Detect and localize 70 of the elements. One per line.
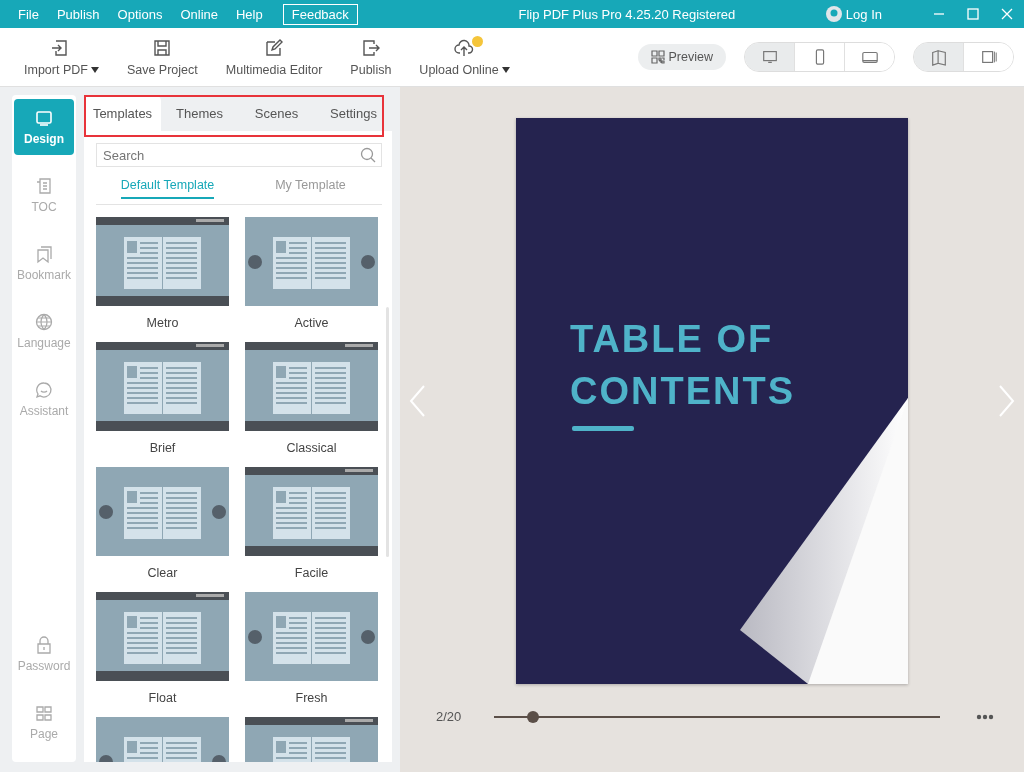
menu-item[interactable]: Options [109,3,171,25]
caret-icon [501,66,510,73]
tab[interactable]: Settings [315,95,392,131]
template-thumbnail[interactable] [96,217,229,306]
sidebar-item[interactable]: TOC [14,167,74,223]
page-counter: 2/20 [436,709,463,724]
template-thumbnail[interactable] [245,467,378,556]
chat-bubble-icon [34,380,54,400]
sidebar-item[interactable]: Bookmark [14,235,74,291]
device-toggle[interactable] [745,43,794,71]
tab[interactable]: Templates [84,95,161,131]
desktop-icon [760,48,779,66]
sidebar-item[interactable]: Assistant [14,371,74,427]
sidebar-item[interactable]: Password [14,626,74,682]
toolbar-button[interactable]: Publish [336,33,406,81]
lock-icon [34,635,54,655]
template-thumbnail[interactable] [96,592,229,681]
login-button[interactable]: Log In [825,6,882,22]
cover-title: TABLE OF CONTENTS [570,317,796,414]
feedback-button[interactable]: Feedback [282,3,358,25]
preview-button[interactable]: Preview [637,44,726,70]
view-mode-toggle[interactable] [963,43,1013,71]
user-avatar-icon [825,6,842,22]
notification-badge [472,35,484,47]
tab[interactable]: Scenes [238,95,315,131]
template-name: Fresh [295,691,328,705]
subtab[interactable]: My Template [275,178,346,192]
template-thumbnail[interactable] [245,342,378,431]
template-name: Clear [147,566,178,580]
subtab[interactable]: Default Template [120,178,215,199]
export-icon [360,37,381,58]
toolbar-button[interactable]: Multimedia Editor [211,33,337,81]
sidebar-item[interactable]: Page [14,694,74,750]
template-name: Facile [294,566,329,580]
caret-icon [90,66,99,73]
template-thumbnail[interactable] [96,342,229,431]
single-page-icon [979,48,998,66]
menu-item[interactable]: Publish [48,3,108,25]
sidebar-item[interactable]: Design [14,99,74,155]
menu-item[interactable]: Help [228,3,271,25]
monitor-icon [34,108,54,128]
title-underline [572,426,634,431]
toolbar-button[interactable]: Import PDF [10,33,113,81]
template-name: Brief [149,441,176,455]
menu-item[interactable]: File [10,3,47,25]
open-book-icon [929,48,948,66]
document-list-icon [34,176,54,196]
view-mode-toggle[interactable] [914,43,963,71]
template-name: Float [148,691,177,705]
sidebar-item[interactable]: Language [14,303,74,359]
window-title: Flip PDF Plus Pro 4.25.20 Registered [517,6,737,22]
grid-icon [34,703,54,723]
cloud-upload-icon [454,37,475,58]
close-icon [1001,8,1013,20]
tab[interactable]: Themes [161,95,238,131]
template-name: Active [294,316,329,330]
search-icon [360,147,376,163]
toolbar-button[interactable]: Save Project [112,33,212,81]
more-icon[interactable] [976,713,994,720]
globe-icon [34,312,54,332]
menu-item[interactable]: Online [172,3,226,25]
template-name: Classical [286,441,337,455]
search-field[interactable]: Search [96,143,382,167]
slider-thumb[interactable] [526,710,539,723]
toolbar-button[interactable]: Upload Online [405,33,524,81]
maximize-icon [967,8,979,20]
device-toggle[interactable] [844,43,894,71]
bookmark-icon [34,244,54,264]
template-name: Metro [146,316,179,330]
qr-code-icon [650,50,665,64]
